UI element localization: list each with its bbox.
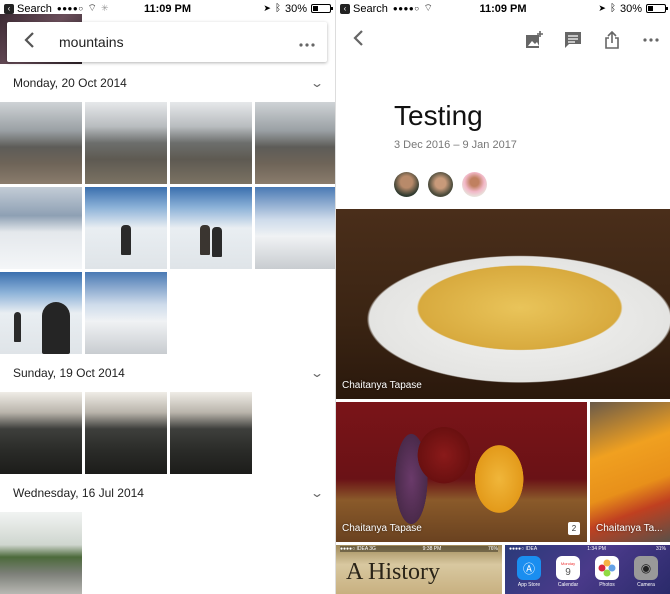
battery-icon (311, 4, 333, 13)
back-to-app[interactable]: ‹ Search (4, 3, 52, 15)
search-bar: mountains (7, 22, 327, 62)
photo-thumbnail[interactable] (0, 272, 82, 354)
album-photo[interactable]: Chaitanya Tapase 2 (336, 402, 587, 542)
wifi-icon: ⌔ (87, 3, 97, 14)
back-button[interactable] (336, 27, 380, 53)
clock: 11:09 PM (479, 2, 527, 15)
contributors (394, 172, 487, 197)
add-photo-icon (525, 31, 543, 48)
more-options-button[interactable] (631, 31, 670, 49)
loading-spinner-icon: ✳ (100, 3, 109, 13)
chevron-down-icon[interactable]: ⌄ (310, 486, 324, 500)
battery-percent: 30% (284, 2, 307, 15)
avatar[interactable] (428, 172, 453, 197)
status-bar: ‹ Search ●●●●○ ⌔ 11:09 PM ➤ ᛒ 30% (336, 0, 670, 17)
photo-thumbnail[interactable] (85, 272, 167, 354)
app-icon-row: Ⓐ App Store Monday 9 Calendar Photos ◉ C… (511, 556, 664, 588)
search-results-screen: ‹ Search ●●●●○ ⌔ ✳ 11:09 PM ➤ ᛒ 30% moun… (0, 0, 335, 594)
bluetooth-icon: ᛒ (274, 3, 281, 14)
screenshot-status-bar: ●●●●○ IDEA 1:34 PM 31% (509, 546, 666, 552)
photo-thumbnail[interactable] (0, 392, 82, 474)
clock: 11:09 PM (143, 2, 192, 15)
calendar-icon: Monday 9 (556, 556, 580, 580)
camera-icon: ◉ (634, 556, 658, 580)
photos-icon (595, 556, 619, 580)
comment-icon (564, 32, 581, 48)
person-figure (14, 312, 21, 342)
location-icon: ➤ (263, 3, 271, 13)
section-date: Sunday, 19 Oct 2014 (13, 366, 125, 380)
comment-button[interactable] (553, 31, 592, 49)
more-options-button[interactable] (287, 34, 327, 50)
photo-caption: Chaitanya Tapase (342, 523, 422, 534)
more-horizontal-icon (299, 43, 315, 47)
chevron-left-icon (353, 30, 363, 46)
date-section-header[interactable]: Wednesday, 16 Jul 2014 ⌄ (0, 483, 335, 503)
photo-count-badge: 2 (568, 522, 580, 535)
album-title[interactable]: Testing (394, 100, 483, 132)
back-to-app[interactable]: ‹ Search (340, 3, 388, 15)
photo-thumbnail[interactable] (85, 102, 167, 184)
photo-thumbnail[interactable] (85, 187, 167, 269)
album-photo[interactable]: Chaitanya Ta... (590, 402, 670, 542)
person-figure (212, 227, 222, 257)
bluetooth-icon: ᛒ (609, 3, 616, 14)
app-store-icon: Ⓐ (517, 556, 541, 580)
battery-icon (646, 4, 668, 13)
section-date: Monday, 20 Oct 2014 (13, 76, 127, 90)
date-section-header[interactable]: Monday, 20 Oct 2014 ⌄ (0, 73, 335, 93)
chevron-down-icon[interactable]: ⌄ (310, 76, 324, 90)
album-date-range: 3 Dec 2016 – 9 Jan 2017 (394, 139, 517, 151)
share-icon (604, 31, 619, 49)
photo-thumbnail[interactable] (0, 102, 82, 184)
avatar[interactable] (462, 172, 487, 197)
status-bar: ‹ Search ●●●●○ ⌔ ✳ 11:09 PM ➤ ᛒ 30% (0, 0, 335, 17)
app-store-app: Ⓐ App Store (511, 556, 547, 588)
back-button[interactable] (7, 29, 51, 55)
date-section-header[interactable]: Sunday, 19 Oct 2014 ⌄ (0, 363, 335, 383)
back-app-icon: ‹ (4, 3, 14, 14)
section-date: Wednesday, 16 Jul 2014 (13, 486, 144, 500)
camera-app: ◉ Camera (628, 556, 664, 588)
photo-thumbnail[interactable] (255, 187, 335, 269)
signal-strength: ●●●●○ (392, 4, 420, 13)
person-figure (42, 302, 70, 354)
photo-thumbnail[interactable] (170, 187, 252, 269)
person-figure (121, 225, 131, 255)
more-horizontal-icon (642, 38, 659, 42)
search-input[interactable]: mountains (59, 34, 287, 50)
share-button[interactable] (592, 31, 631, 49)
album-photo[interactable]: Chaitanya Tapase (336, 209, 670, 399)
photo-thumbnail[interactable] (255, 102, 335, 184)
calendar-app: Monday 9 Calendar (550, 556, 586, 588)
chevron-left-icon (24, 32, 34, 48)
album-toolbar (336, 22, 670, 58)
photos-app: Photos (589, 556, 625, 588)
chevron-down-icon[interactable]: ⌄ (310, 366, 324, 380)
photo-caption: Chaitanya Ta... (596, 523, 663, 534)
album-screen: ‹ Search ●●●●○ ⌔ 11:09 PM ➤ ᛒ 30% Testin… (336, 0, 670, 594)
album-photo[interactable]: ●●●●○ IDEA 1:34 PM 31% Ⓐ App Store Monda… (505, 545, 670, 594)
photo-thumbnail[interactable] (170, 102, 252, 184)
avatar[interactable] (394, 172, 419, 197)
battery-percent: 30% (619, 2, 642, 15)
add-photo-button[interactable] (514, 31, 553, 49)
album-photo[interactable]: ●●●●○ IDEA 3G 9:38 PM 76% A History (336, 545, 502, 594)
photo-thumbnail[interactable] (0, 187, 82, 269)
location-icon: ➤ (598, 3, 606, 13)
screenshot-status-bar: ●●●●○ IDEA 3G 9:38 PM 76% (340, 546, 498, 552)
photo-caption: Chaitanya Tapase (342, 380, 422, 391)
book-title-text: A History (346, 559, 441, 585)
photo-thumbnail[interactable] (85, 392, 167, 474)
person-figure (200, 225, 210, 255)
signal-strength: ●●●●○ (56, 4, 84, 13)
back-app-icon: ‹ (340, 3, 350, 14)
wifi-icon: ⌔ (423, 3, 433, 14)
photo-thumbnail[interactable] (0, 512, 82, 594)
photo-thumbnail[interactable] (170, 392, 252, 474)
